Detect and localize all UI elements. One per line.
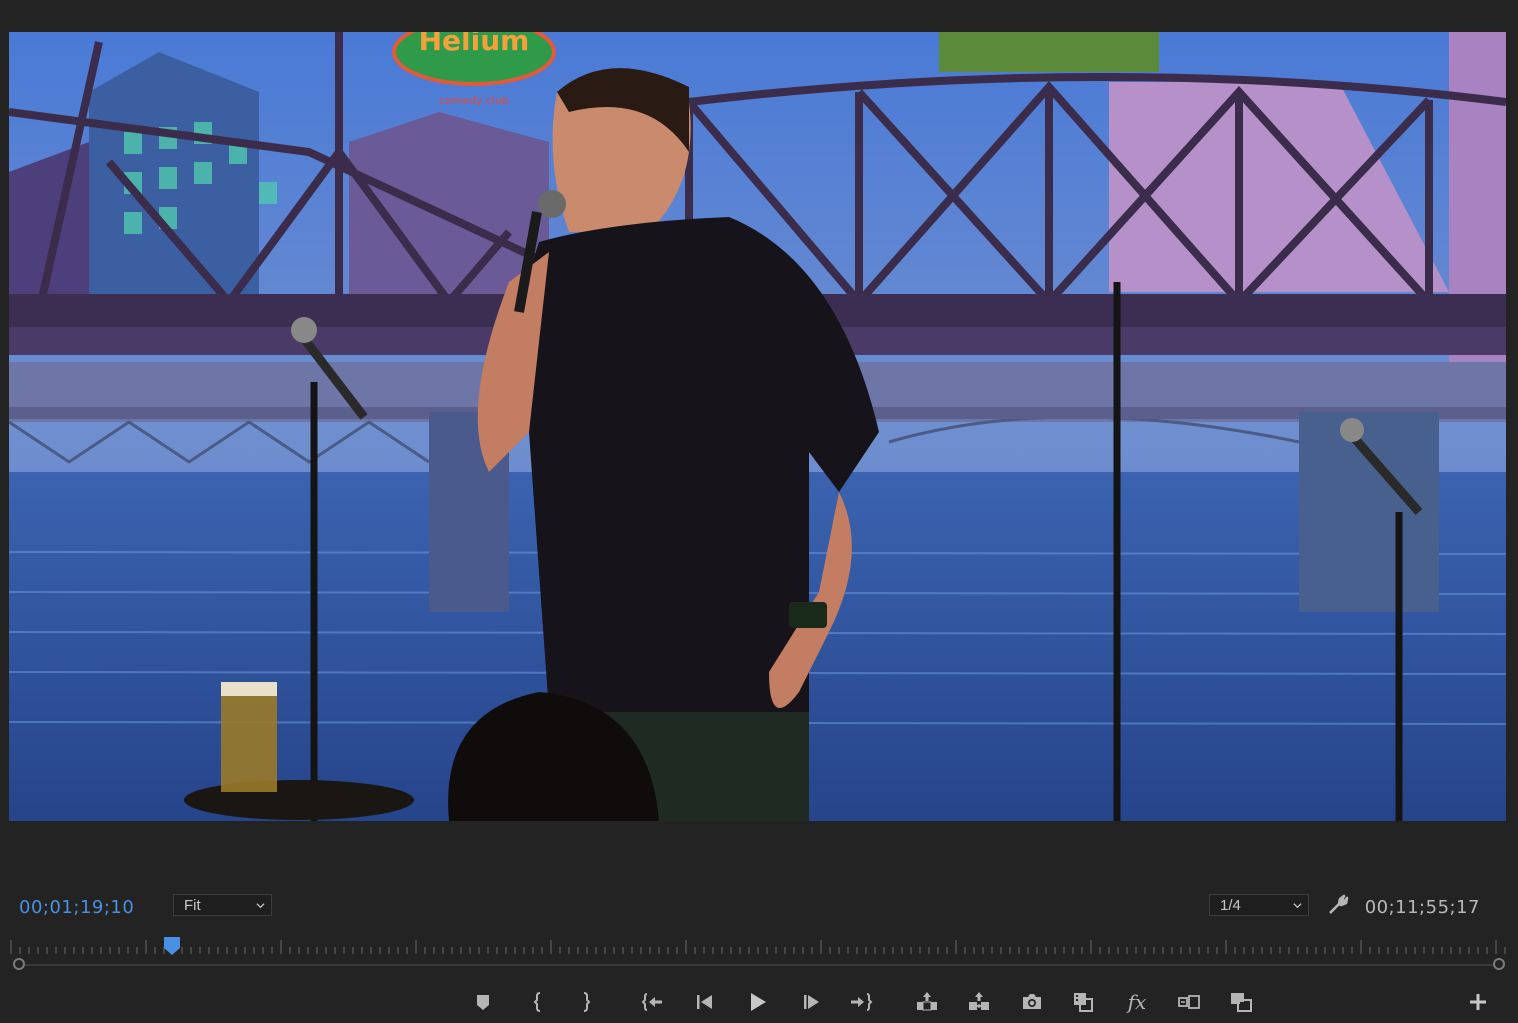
go-to-in-button[interactable] <box>636 985 670 1019</box>
monitor-top-bar <box>0 0 1518 32</box>
go-to-out-icon <box>851 993 873 1011</box>
extract-button[interactable] <box>962 985 996 1019</box>
wrench-settings-icon[interactable] <box>1326 893 1350 917</box>
lift-button[interactable] <box>910 985 944 1019</box>
chevron-down-icon <box>1293 903 1302 909</box>
sign-subtext: comedy club <box>439 94 509 107</box>
step-back-button[interactable] <box>688 985 722 1019</box>
sign-text: Helium <box>419 32 530 57</box>
zoom-level-select[interactable]: Fit <box>173 894 272 916</box>
zoom-scrollbar[interactable] <box>13 958 1505 972</box>
mark-in-icon <box>533 992 541 1012</box>
zoom-level-value: Fit <box>184 897 201 914</box>
go-to-out-button[interactable] <box>844 985 878 1019</box>
transport-controls: fx <box>0 985 1518 1019</box>
comparison-view-icon <box>1178 995 1200 1009</box>
playback-resolution-value: 1/4 <box>1220 897 1241 914</box>
playback-resolution-select[interactable]: 1/4 <box>1209 894 1309 916</box>
scrollbar-track <box>19 964 1499 966</box>
button-editor-add-button[interactable] <box>1461 985 1495 1019</box>
step-forward-button[interactable] <box>794 985 828 1019</box>
step-back-icon <box>697 995 712 1009</box>
program-monitor-video: Helium comedy club <box>9 32 1506 821</box>
insert-icon <box>1074 993 1093 1012</box>
time-ruler[interactable] <box>9 936 1509 956</box>
export-frame-button[interactable] <box>1015 985 1049 1019</box>
export-frame-icon <box>1023 994 1041 1009</box>
scrollbar-start-handle[interactable] <box>13 958 25 970</box>
proxy-toggle-button[interactable] <box>1224 985 1258 1019</box>
lift-icon <box>917 992 937 1011</box>
add-marker-icon <box>477 995 489 1010</box>
duration-timecode: 00;11;55;17 <box>1364 897 1480 918</box>
fx-icon: fx <box>1127 990 1147 1014</box>
chevron-down-icon <box>256 903 265 909</box>
monitor-controls-row: 00;01;19;10 Fit 1/4 00;11;55;17 <box>0 885 1518 929</box>
add-button-icon <box>1470 994 1486 1010</box>
go-to-in-icon <box>641 993 662 1011</box>
mark-in-button[interactable] <box>521 985 555 1019</box>
proxy-toggle-icon <box>1231 993 1252 1012</box>
insert-overlay-button[interactable] <box>1066 985 1100 1019</box>
fx-toggle-button[interactable]: fx <box>1120 985 1154 1019</box>
mark-out-button[interactable] <box>569 985 603 1019</box>
play-icon <box>751 993 766 1011</box>
extract-icon <box>969 992 989 1010</box>
comparison-view-button[interactable] <box>1172 985 1206 1019</box>
scrollbar-end-handle[interactable] <box>1493 958 1505 970</box>
playhead-marker[interactable] <box>164 937 180 955</box>
mark-out-icon <box>583 992 591 1012</box>
play-button[interactable] <box>740 985 774 1019</box>
add-marker-button[interactable] <box>466 985 500 1019</box>
playhead-timecode[interactable]: 00;01;19;10 <box>19 897 134 918</box>
step-forward-icon <box>804 995 819 1009</box>
